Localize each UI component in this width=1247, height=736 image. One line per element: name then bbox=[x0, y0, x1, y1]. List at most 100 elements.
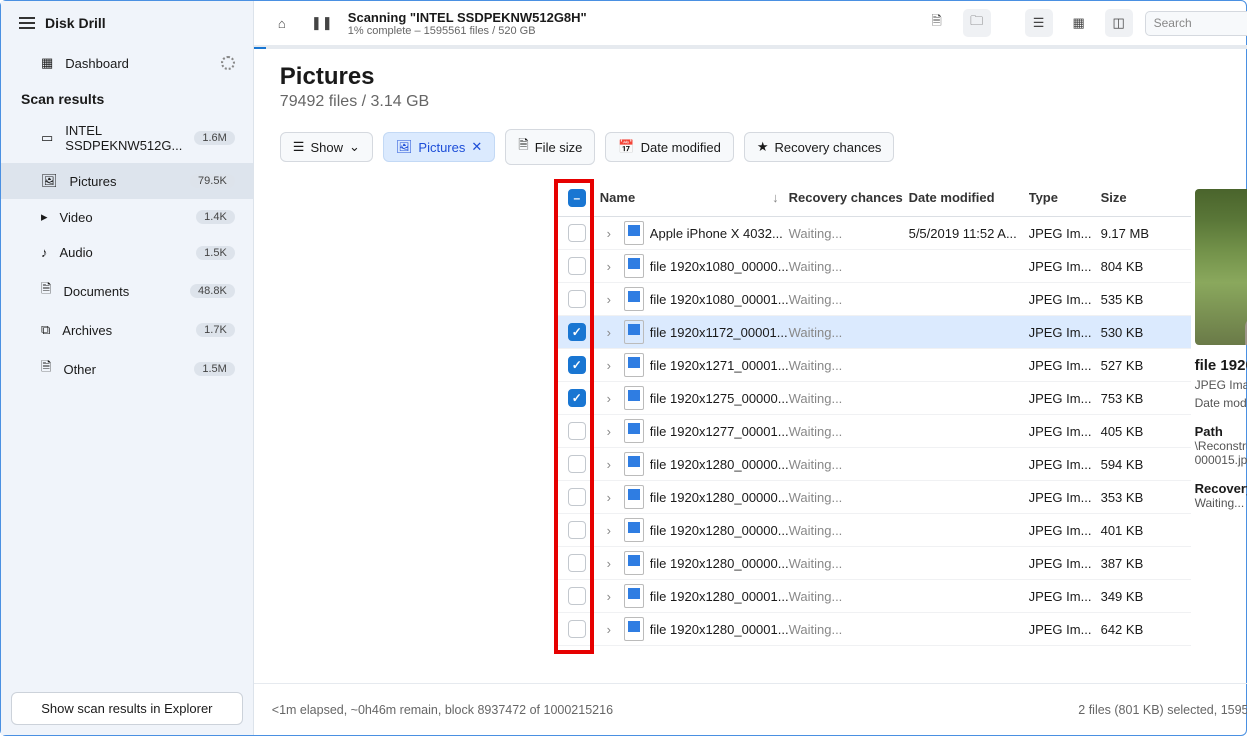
sidebar-item-badge: 79.5K bbox=[190, 174, 235, 188]
sidebar-item-pictures[interactable]: 🖼 Pictures 79.5K bbox=[1, 163, 253, 199]
column-type[interactable]: Type bbox=[1029, 190, 1101, 205]
panel-view-icon[interactable]: ◫ bbox=[1105, 9, 1133, 37]
grid-icon: ▦ bbox=[41, 55, 53, 71]
file-icon-button[interactable]: 🗎 bbox=[923, 9, 951, 37]
table-row[interactable]: › Apple iPhone X 4032... Waiting... 5/5/… bbox=[554, 217, 1191, 250]
expand-icon[interactable]: › bbox=[600, 358, 618, 373]
search-input[interactable]: Search ⌕ bbox=[1145, 11, 1247, 36]
file-type: JPEG Im... bbox=[1029, 325, 1101, 340]
file-type: JPEG Im... bbox=[1029, 589, 1101, 604]
file-name: file 1920x1277_00001... bbox=[650, 424, 789, 439]
sidebar-item-icon: ⧉ bbox=[41, 322, 50, 338]
row-checkbox[interactable] bbox=[568, 488, 586, 506]
table-row[interactable]: › file 1920x1280_00001... Waiting... JPE… bbox=[554, 613, 1191, 646]
show-filter[interactable]: ☰ Show ⌄ bbox=[280, 132, 373, 162]
table-row[interactable]: › file 1920x1172_00001... Waiting... JPE… bbox=[554, 316, 1191, 349]
sidebar-item-badge: 1.5M bbox=[194, 362, 234, 376]
file-thumb-icon bbox=[624, 320, 644, 344]
table-row[interactable]: › file 1920x1280_00000... Waiting... JPE… bbox=[554, 547, 1191, 580]
folder-icon-button[interactable]: 🗀 bbox=[963, 9, 991, 37]
file-type: JPEG Im... bbox=[1029, 226, 1101, 241]
file-recovery: Waiting... bbox=[789, 259, 909, 274]
file-recovery: Waiting... bbox=[789, 622, 909, 637]
sidebar-item-archives[interactable]: ⧉ Archives 1.7K bbox=[1, 312, 253, 348]
table-row[interactable]: › file 1920x1280_00000... Waiting... JPE… bbox=[554, 448, 1191, 481]
table-row[interactable]: › file 1920x1275_00000... Waiting... JPE… bbox=[554, 382, 1191, 415]
menu-icon[interactable] bbox=[19, 17, 35, 29]
column-size[interactable]: Size bbox=[1101, 190, 1191, 205]
row-checkbox[interactable] bbox=[568, 521, 586, 539]
expand-icon[interactable]: › bbox=[600, 490, 618, 505]
sidebar-dashboard[interactable]: ▦ Dashboard bbox=[1, 45, 253, 81]
row-checkbox[interactable] bbox=[568, 389, 586, 407]
file-type: JPEG Im... bbox=[1029, 457, 1101, 472]
file-recovery: Waiting... bbox=[789, 325, 909, 340]
scan-title: Scanning "INTEL SSDPEKNW512G8H" bbox=[348, 10, 911, 25]
table-row[interactable]: › file 1920x1277_00001... Waiting... JPE… bbox=[554, 415, 1191, 448]
recovery-chances-filter[interactable]: ★ Recovery chances bbox=[744, 132, 895, 162]
row-checkbox[interactable] bbox=[568, 620, 586, 638]
pictures-filter-chip[interactable]: 🖼 Pictures ✕ bbox=[383, 132, 495, 162]
row-checkbox[interactable] bbox=[568, 224, 586, 242]
expand-icon[interactable]: › bbox=[600, 325, 618, 340]
table-header: Name↓ Recovery chances Date modified Typ… bbox=[554, 179, 1191, 217]
row-checkbox[interactable] bbox=[568, 257, 586, 275]
expand-icon[interactable]: › bbox=[600, 292, 618, 307]
row-checkbox[interactable] bbox=[568, 356, 586, 374]
sidebar-item-video[interactable]: ▸ Video 1.4K bbox=[1, 199, 253, 235]
home-icon[interactable]: ⌂ bbox=[268, 9, 296, 37]
row-checkbox[interactable] bbox=[568, 455, 586, 473]
table-row[interactable]: › file 1920x1080_00001... Waiting... JPE… bbox=[554, 283, 1191, 316]
file-name: file 1920x1280_00000... bbox=[650, 490, 789, 505]
image-icon: 🖼 bbox=[396, 139, 413, 155]
expand-icon[interactable]: › bbox=[600, 457, 618, 472]
expand-icon[interactable]: › bbox=[600, 259, 618, 274]
file-size: 387 KB bbox=[1101, 556, 1191, 571]
file-name: file 1920x1280_00001... bbox=[650, 589, 789, 604]
detail-type-size: JPEG Image – 530 KB bbox=[1195, 378, 1247, 392]
expand-icon[interactable]: › bbox=[600, 622, 618, 637]
calendar-icon: 📅 bbox=[618, 139, 634, 155]
file-thumb-icon bbox=[624, 551, 644, 575]
column-date[interactable]: Date modified bbox=[909, 190, 1029, 205]
column-recovery[interactable]: Recovery chances bbox=[789, 190, 909, 205]
expand-icon[interactable]: › bbox=[600, 391, 618, 406]
table-row[interactable]: › file 1920x1280_00001... Waiting... JPE… bbox=[554, 580, 1191, 613]
expand-icon[interactable]: › bbox=[600, 589, 618, 604]
list-view-icon[interactable]: ☰ bbox=[1025, 9, 1053, 37]
remove-chip-icon[interactable]: ✕ bbox=[471, 139, 482, 155]
sidebar-item-documents[interactable]: 🗎 Documents 48.8K bbox=[1, 270, 253, 312]
table-row[interactable]: › file 1920x1280_00000... Waiting... JPE… bbox=[554, 481, 1191, 514]
row-checkbox[interactable] bbox=[568, 323, 586, 341]
file-type: JPEG Im... bbox=[1029, 523, 1101, 538]
show-in-explorer-button[interactable]: Show scan results in Explorer bbox=[11, 692, 243, 725]
column-name[interactable]: Name↓ bbox=[600, 190, 789, 205]
scan-subtitle: 1% complete – 1595561 files / 520 GB bbox=[348, 25, 911, 37]
file-size-filter[interactable]: 🗎 File size bbox=[505, 129, 595, 165]
file-size: 642 KB bbox=[1101, 622, 1191, 637]
row-checkbox[interactable] bbox=[568, 587, 586, 605]
grid-view-icon[interactable]: ▦ bbox=[1065, 9, 1093, 37]
expand-icon[interactable]: › bbox=[600, 226, 618, 241]
table-row[interactable]: › file 1920x1280_00000... Waiting... JPE… bbox=[554, 514, 1191, 547]
sidebar-item-audio[interactable]: ♪ Audio 1.5K bbox=[1, 235, 253, 270]
file-name: file 1920x1280_00001... bbox=[650, 622, 789, 637]
expand-icon[interactable]: › bbox=[600, 424, 618, 439]
detail-path-label: Path bbox=[1195, 424, 1247, 439]
sidebar-item-badge: 1.6M bbox=[194, 131, 234, 145]
row-checkbox[interactable] bbox=[568, 554, 586, 572]
row-checkbox[interactable] bbox=[568, 422, 586, 440]
detail-filename: file 1920x1172_000015.jpg bbox=[1195, 357, 1247, 374]
date-modified-filter[interactable]: 📅 Date modified bbox=[605, 132, 733, 162]
select-all-checkbox[interactable] bbox=[568, 189, 586, 207]
sidebar-item-intel-ssdpeknw-g-[interactable]: ▭ INTEL SSDPEKNW512G... 1.6M bbox=[1, 113, 253, 163]
table-row[interactable]: › file 1920x1271_00001... Waiting... JPE… bbox=[554, 349, 1191, 382]
sidebar-item-other[interactable]: 🗎 Other 1.5M bbox=[1, 348, 253, 390]
row-checkbox[interactable] bbox=[568, 290, 586, 308]
file-type: JPEG Im... bbox=[1029, 424, 1101, 439]
table-row[interactable]: › file 1920x1080_00000... Waiting... JPE… bbox=[554, 250, 1191, 283]
expand-icon[interactable]: › bbox=[600, 523, 618, 538]
pause-icon[interactable]: ❚❚ bbox=[308, 9, 336, 37]
expand-icon[interactable]: › bbox=[600, 556, 618, 571]
sidebar-item-icon: 🖼 bbox=[41, 173, 58, 189]
